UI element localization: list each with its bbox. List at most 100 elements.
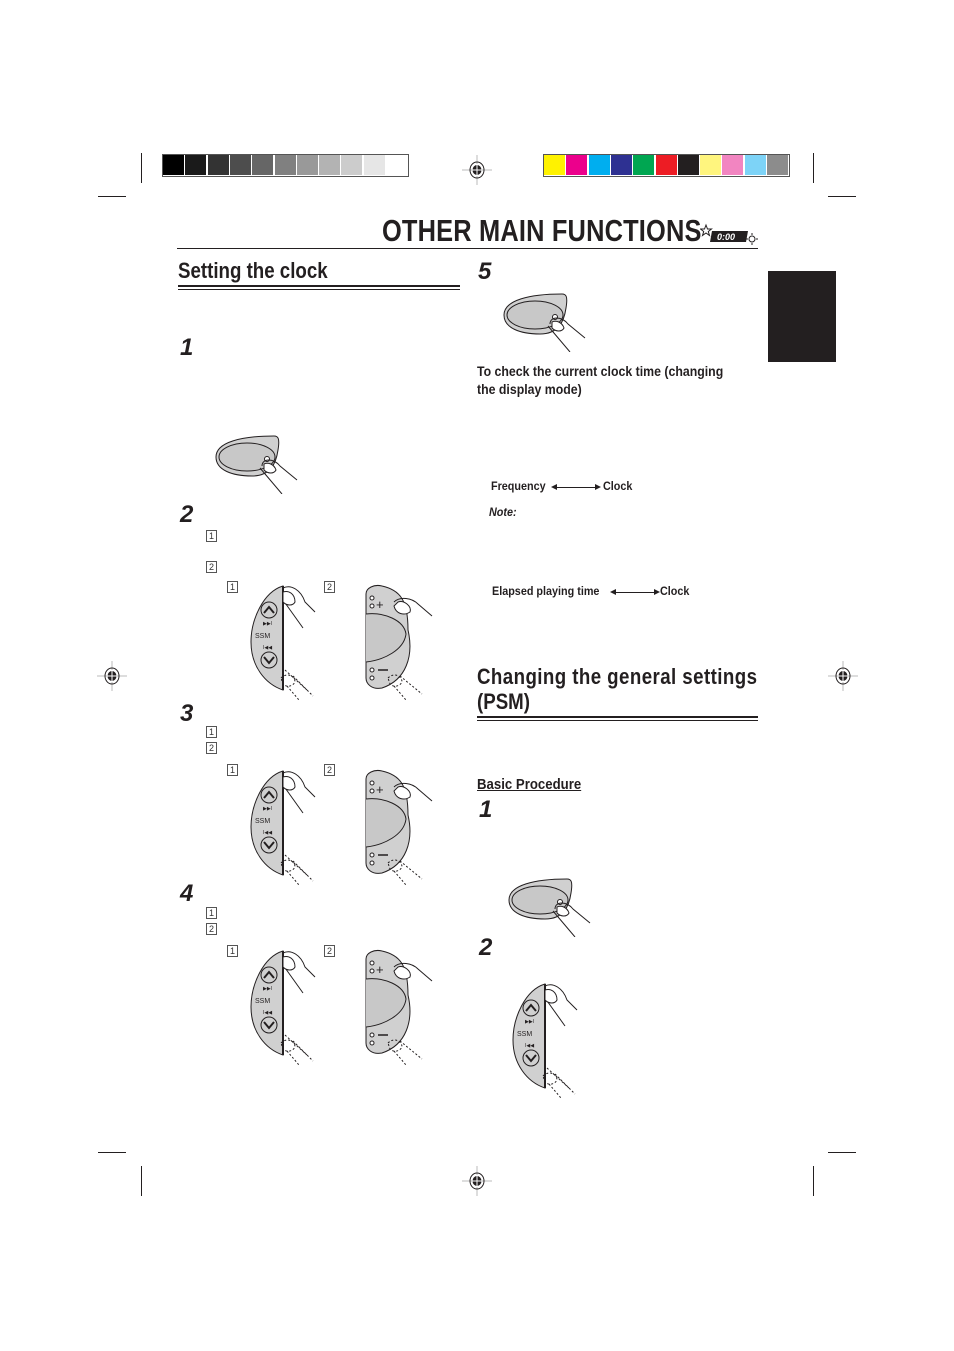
section-heading-psm-line2: (PSM) (477, 689, 530, 714)
crop-mark (813, 153, 814, 183)
heading-rule (178, 285, 460, 287)
button-press-illustration (508, 878, 591, 937)
check-clock-heading-line1: To check the current clock time (changin… (477, 363, 724, 379)
color-swatch (677, 155, 699, 175)
crop-mark (141, 153, 142, 183)
down-button-icon (522, 1049, 540, 1067)
color-swatch (744, 155, 766, 175)
color-swatch (363, 155, 385, 175)
basic-procedure-heading: Basic Procedure (477, 776, 582, 793)
button-press-illustration (503, 293, 586, 352)
svg-text:▶▶I: ▶▶I (263, 986, 272, 992)
svg-text:▶▶I: ▶▶I (263, 621, 272, 627)
down-button-icon (260, 651, 278, 669)
step-number: 5 (478, 258, 492, 285)
crop-mark (98, 1152, 126, 1153)
heading-rule (477, 716, 758, 718)
up-down-keys-illustration: ▶▶I I◀◀ SSM (250, 770, 316, 885)
color-swatch (185, 155, 207, 175)
svg-text:I◀◀: I◀◀ (525, 1043, 534, 1049)
color-swatch (341, 155, 363, 175)
up-down-keys-illustration: ▶▶I I◀◀ SSM (512, 983, 578, 1098)
plus-minus-keys-illustration: + (365, 585, 433, 700)
crop-mark (98, 196, 126, 197)
note-label: Note: (489, 505, 517, 519)
svg-text:SSM: SSM (517, 1031, 532, 1038)
svg-text:I◀◀: I◀◀ (263, 645, 272, 651)
crop-mark (141, 1166, 142, 1196)
down-button-icon (260, 1016, 278, 1034)
registration-mark-icon (462, 1166, 492, 1196)
heading-rule (178, 289, 460, 290)
figure-label: 2 (324, 581, 335, 593)
color-swatch (296, 155, 318, 175)
substep-marker: 2 (206, 742, 217, 754)
svg-text:▶▶I: ▶▶I (263, 806, 272, 812)
step-number: 2 (479, 934, 493, 961)
svg-text:SSM: SSM (255, 998, 270, 1005)
button-press-illustration (215, 435, 298, 494)
down-button-icon (260, 836, 278, 854)
figure-label: 2 (324, 764, 335, 776)
svg-text:SSM: SSM (255, 818, 270, 825)
color-swatch (588, 155, 610, 175)
grayscale-bar (162, 154, 410, 177)
plus-minus-keys-illustration: + (365, 950, 433, 1065)
color-swatch (229, 155, 251, 175)
crop-mark (828, 1152, 856, 1153)
substep-marker: 1 (206, 907, 217, 919)
step-number: 3 (180, 700, 194, 727)
figure-label: 1 (227, 764, 238, 776)
step-number: 1 (479, 796, 493, 823)
language-tab (768, 271, 836, 362)
substep-marker: 1 (206, 726, 217, 738)
color-swatch (207, 155, 229, 175)
up-button-icon (260, 966, 278, 984)
svg-text:I◀◀: I◀◀ (263, 1010, 272, 1016)
color-swatch (319, 155, 341, 175)
double-arrow-icon (610, 589, 660, 595)
svg-text:SSM: SSM (255, 633, 270, 640)
figure-label: 1 (227, 581, 238, 593)
mode-clock-label: Clock (603, 479, 633, 493)
color-swatch (610, 155, 632, 175)
step-number: 4 (180, 880, 194, 907)
color-swatch (544, 155, 565, 175)
up-down-keys-illustration: ▶▶I I◀◀ SSM (250, 585, 316, 700)
color-swatch (274, 155, 296, 175)
color-swatch (655, 155, 677, 175)
svg-text:0:00: 0:00 (717, 232, 735, 242)
svg-text:▶▶I: ▶▶I (525, 1019, 534, 1025)
crop-mark (813, 1166, 814, 1196)
svg-text:+: + (376, 782, 384, 797)
page-title: OTHER MAIN FUNCTIONS (382, 213, 702, 248)
figure-label: 2 (324, 945, 335, 957)
color-swatch (633, 155, 655, 175)
color-swatch (767, 155, 788, 175)
svg-text:I◀◀: I◀◀ (263, 830, 272, 836)
svg-text:+: + (376, 962, 384, 977)
color-swatch (700, 155, 722, 175)
mode-elapsed-time-label: Elapsed playing time (492, 584, 600, 598)
registration-mark-icon (462, 155, 492, 185)
up-button-icon (260, 786, 278, 804)
svg-text:+: + (376, 597, 384, 612)
color-swatch (252, 155, 274, 175)
substep-marker: 2 (206, 561, 217, 573)
color-swatch (722, 155, 744, 175)
title-rule (177, 248, 758, 249)
mode-frequency-label: Frequency (491, 479, 546, 493)
color-bar (543, 154, 791, 177)
double-arrow-icon (551, 484, 601, 490)
color-swatch (163, 155, 184, 175)
up-button-icon (522, 999, 540, 1017)
color-swatch (566, 155, 588, 175)
up-button-icon (260, 601, 278, 619)
color-swatch (386, 155, 407, 175)
mode-clock-label: Clock (660, 584, 690, 598)
registration-mark-icon (828, 661, 858, 691)
heading-rule (477, 720, 758, 721)
substep-marker: 2 (206, 923, 217, 935)
clock-display-icon: 0:00 (700, 223, 758, 245)
section-heading-psm-line1: Changing the general settings (477, 664, 758, 689)
